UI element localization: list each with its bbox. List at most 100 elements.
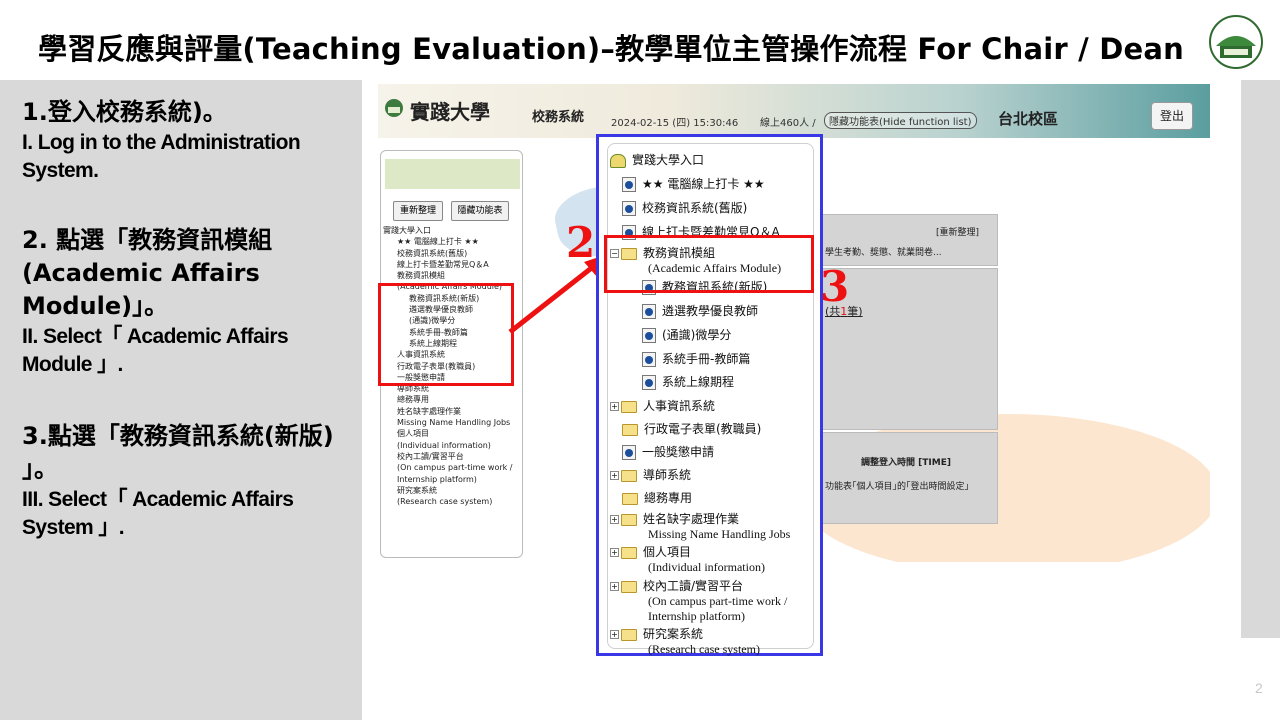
mini-item[interactable]: 研究案系統 xyxy=(383,485,523,496)
tree-item-eform[interactable]: 行政電子表單(教職員) xyxy=(622,420,761,437)
step-marker-3: 3 xyxy=(820,262,850,311)
tree-personal-en: (Individual information) xyxy=(648,560,765,574)
zoomed-menu-tree: 實踐大學入口 ★★ 電腦線上打卡 ★★ 校務資訊系統(舊版) 線上打卡暨差勤常見… xyxy=(596,134,823,656)
record-count-unit: 筆) xyxy=(847,305,863,318)
tree-item-missing-name[interactable]: + 姓名缺字處理作業 Missing Name Handling Jobs xyxy=(610,510,790,542)
expand-icon[interactable]: + xyxy=(610,548,619,557)
document-icon xyxy=(642,352,656,367)
tree-parttime-label: 校內工讀/實習平台 xyxy=(643,579,744,593)
logout-button[interactable]: 登出 xyxy=(1151,102,1193,130)
current-datetime: 2024-02-15 (四) 15:30:46 xyxy=(611,118,739,129)
mini-item[interactable]: 姓名缺字處理作業 xyxy=(383,406,523,417)
tree-item-award[interactable]: 一般獎懲申請 xyxy=(622,443,714,460)
tree-missing-name-en: Missing Name Handling Jobs xyxy=(648,527,791,541)
tree-select-teacher-label: 遴選教學優良教師 xyxy=(662,304,759,318)
tree-item-root[interactable]: 實踐大學入口 xyxy=(610,151,704,168)
tree-parttime-en2: Internship platform) xyxy=(648,609,745,623)
tree-punch-label: ★★ 電腦線上打卡 ★★ xyxy=(642,177,765,191)
page-number: 2 xyxy=(1255,680,1263,696)
mini-item: (Research case system) xyxy=(397,497,493,507)
zoomed-menu-inner: 實踐大學入口 ★★ 電腦線上打卡 ★★ 校務資訊系統(舊版) 線上打卡暨差勤常見… xyxy=(607,143,814,656)
tree-old-system-label: 校務資訊系統(舊版) xyxy=(642,201,748,215)
tree-item-mentor[interactable]: + 導師系統 xyxy=(610,466,691,483)
right-decor-strip xyxy=(1241,80,1280,638)
mini-item: (On campus part-time work / xyxy=(397,463,513,473)
mini-hide-button[interactable]: 隱藏功能表 xyxy=(451,201,509,221)
folder-icon xyxy=(621,628,637,641)
folder-icon xyxy=(622,423,638,436)
tree-item-hr[interactable]: + 人事資訊系統 xyxy=(610,397,715,414)
slide-title: 學習反應與評量(Teaching Evaluation)–教學單位主管操作流程 … xyxy=(38,32,1184,66)
tree-item-general-affairs[interactable]: 總務專用 xyxy=(622,489,692,506)
mini-item[interactable]: 校內工讀/實習平台 xyxy=(383,451,523,462)
expand-icon[interactable]: + xyxy=(610,582,619,591)
tree-item-micro-credit[interactable]: (通識)微學分 xyxy=(642,326,731,343)
tree-missing-name-label: 姓名缺字處理作業 xyxy=(643,512,740,526)
expand-icon[interactable]: + xyxy=(610,515,619,524)
school-logo-icon xyxy=(385,99,403,117)
tree-hr-label: 人事資訊系統 xyxy=(643,399,716,413)
step-3: 3.點選「教務資訊系統(新版) 」。 III. Select「 Academic… xyxy=(22,420,352,542)
notice-panel: [重新整理] 學生考勤、獎懲、就業問卷... xyxy=(818,214,998,266)
portal-icon xyxy=(610,153,626,168)
notice-text[interactable]: 學生考勤、獎懲、就業問卷... xyxy=(825,245,942,258)
mini-menu-banner xyxy=(385,159,520,189)
step-3-zh: 3.點選「教務資訊系統(新版) 」。 xyxy=(22,422,334,483)
tree-research-label: 研究案系統 xyxy=(643,627,704,641)
tree-item-manual[interactable]: 系統手冊-教師篇 xyxy=(642,350,750,367)
tree-general-affairs-label: 總務專用 xyxy=(644,491,693,505)
step-2-zh: 2. 點選「教務資訊模組(Academic Affairs Module)」。 xyxy=(22,226,273,320)
tree-item-parttime[interactable]: + 校內工讀/實習平台 (On campus part-time work / I… xyxy=(610,577,787,624)
mini-item: Missing Name Handling Jobs xyxy=(397,418,511,428)
refresh-link[interactable]: [重新整理] xyxy=(936,225,979,238)
tree-item-research[interactable]: + 研究案系統 (Research case system) xyxy=(610,625,760,657)
hide-function-list-button[interactable]: 隱藏功能表(Hide function list) xyxy=(824,112,977,129)
tree-root-label: 實踐大學入口 xyxy=(632,153,705,167)
tree-award-label: 一般獎懲申請 xyxy=(642,445,715,459)
tree-highlight-box xyxy=(604,235,814,293)
tree-item-old-system[interactable]: 校務資訊系統(舊版) xyxy=(622,199,747,216)
folder-icon xyxy=(621,546,637,559)
step-1: 1.登入校務系統)。 I. Log in to the Administrati… xyxy=(22,96,352,185)
mini-item: (Individual information) xyxy=(397,440,491,450)
document-icon xyxy=(642,328,656,343)
mini-refresh-button[interactable]: 重新整理 xyxy=(393,201,443,221)
expand-icon[interactable]: + xyxy=(610,630,619,639)
document-icon xyxy=(642,375,656,390)
tree-eform-label: 行政電子表單(教職員) xyxy=(644,422,762,436)
tree-item-schedule[interactable]: 系統上線期程 xyxy=(642,373,734,390)
folder-icon xyxy=(621,469,637,482)
mini-item[interactable]: 實踐大學入口 xyxy=(383,225,523,236)
step-1-en: I. Log in to the Administration System. xyxy=(22,131,301,182)
system-header: 實踐大學 校務系統 2024-02-15 (四) 15:30:46 線上460人… xyxy=(378,84,1210,138)
step-2: 2. 點選「教務資訊模組(Academic Affairs Module)」。 … xyxy=(22,224,352,379)
school-name: 實踐大學 xyxy=(410,100,490,124)
online-count: 線上460人 / xyxy=(760,118,816,129)
tree-item-personal[interactable]: + 個人項目 (Individual information) xyxy=(610,543,765,575)
tree-item-select-teacher[interactable]: 遴選教學優良教師 xyxy=(642,302,758,319)
document-icon xyxy=(622,177,636,192)
tree-micro-credit-label: (通識)微學分 xyxy=(662,328,732,342)
tree-personal-label: 個人項目 xyxy=(643,545,692,559)
university-logo-icon xyxy=(1209,15,1263,69)
expand-icon[interactable]: + xyxy=(610,471,619,480)
expand-icon[interactable]: + xyxy=(610,402,619,411)
mini-item[interactable]: 個人項目 xyxy=(383,428,523,439)
folder-icon xyxy=(622,492,638,505)
system-name: 校務系統 xyxy=(532,110,585,125)
tree-manual-label: 系統手冊-教師篇 xyxy=(662,352,751,366)
mini-highlight-box xyxy=(378,283,514,386)
tree-item-punch[interactable]: ★★ 電腦線上打卡 ★★ xyxy=(622,175,765,192)
step-2-en: II. Select「 Academic Affairs Module 」. xyxy=(22,325,289,376)
step-marker-2: 2 xyxy=(566,218,596,267)
tree-research-en: (Research case system) xyxy=(648,642,760,656)
document-icon xyxy=(622,201,636,216)
mini-item[interactable]: 總務專用 xyxy=(383,394,523,405)
folder-icon xyxy=(621,400,637,413)
tree-schedule-label: 系統上線期程 xyxy=(662,375,735,389)
login-time-panel: 調整登入時間 [TIME] 功能表｢個人項目｣的｢登出時間設定｣ xyxy=(818,432,998,524)
mini-item: Internship platform) xyxy=(397,474,477,484)
login-time-text: 功能表｢個人項目｣的｢登出時間設定｣ xyxy=(825,482,970,492)
tree-parttime-en1: (On campus part-time work / xyxy=(648,594,788,608)
document-icon xyxy=(622,445,636,460)
